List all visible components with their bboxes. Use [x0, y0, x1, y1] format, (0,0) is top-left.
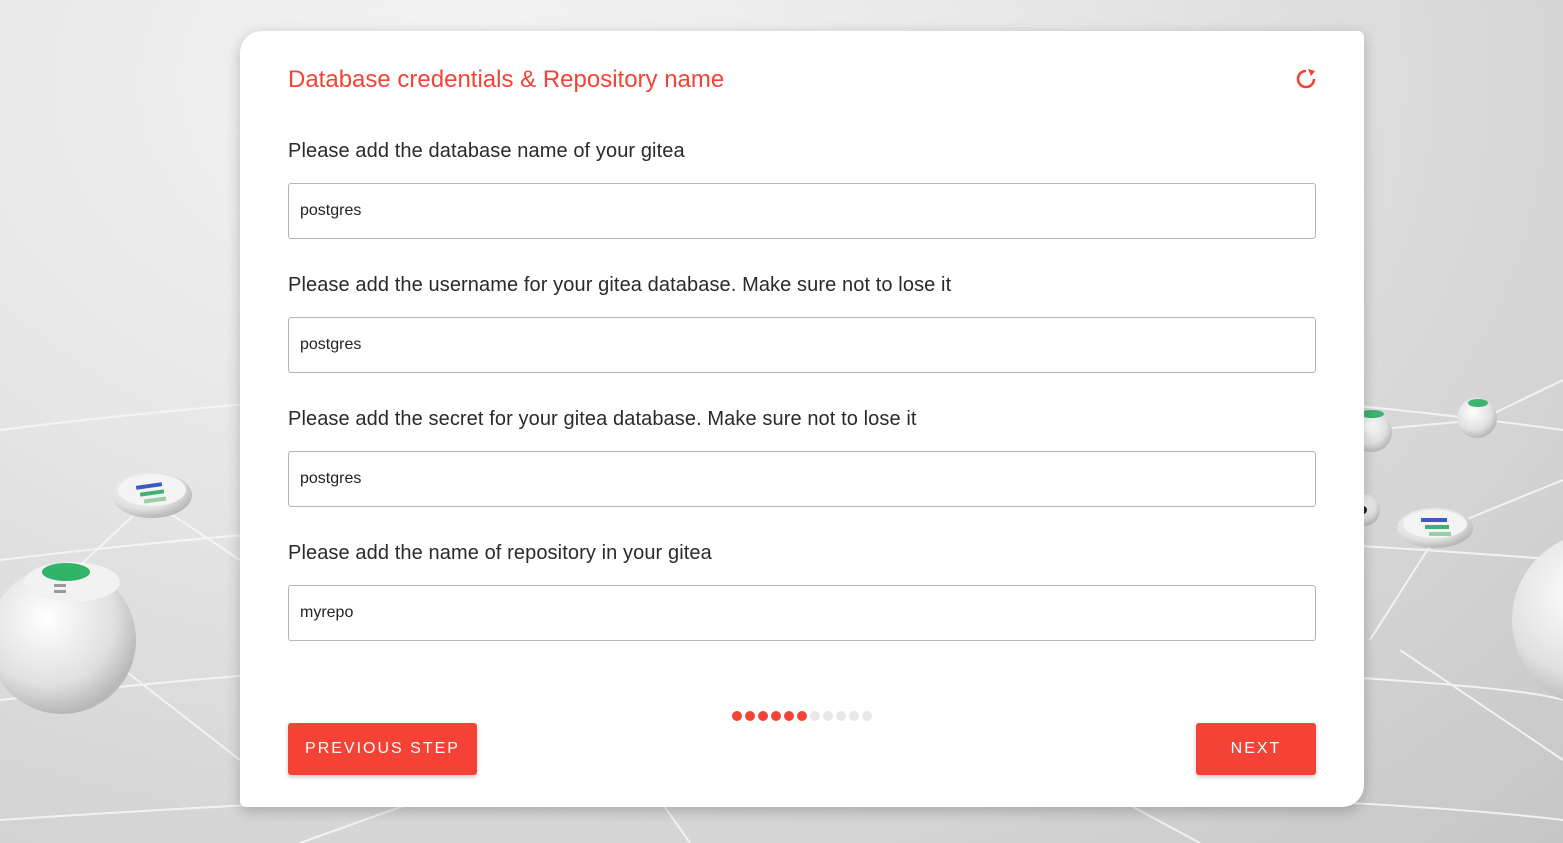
- step-dot: [771, 711, 781, 721]
- repository-name-label: Please add the name of repository in you…: [288, 542, 712, 564]
- step-dot: [745, 711, 755, 721]
- refresh-icon[interactable]: [1294, 67, 1318, 91]
- step-dot: [849, 711, 859, 721]
- step-dot: [758, 711, 768, 721]
- database-name-label: Please add the database name of your git…: [288, 140, 685, 162]
- decor-disk-right: [1397, 508, 1473, 548]
- step-dot: [823, 711, 833, 721]
- setup-card: Database credentials & Repository name P…: [240, 31, 1364, 807]
- step-dot: [797, 711, 807, 721]
- repository-name-input[interactable]: [288, 585, 1316, 641]
- step-dot: [836, 711, 846, 721]
- step-dot: [732, 711, 742, 721]
- decor-sphere-right-2: [1457, 398, 1497, 438]
- decor-sphere-right-edge: [1512, 540, 1563, 700]
- database-username-input[interactable]: [288, 317, 1316, 373]
- decor-sphere-left: [0, 562, 136, 714]
- step-dot: [784, 711, 794, 721]
- database-username-label: Please add the username for your gitea d…: [288, 274, 952, 296]
- card-title: Database credentials & Repository name: [288, 66, 725, 93]
- step-dot: [810, 711, 820, 721]
- database-name-input[interactable]: [288, 183, 1316, 239]
- database-secret-label: Please add the secret for your gitea dat…: [288, 408, 917, 430]
- previous-step-button[interactable]: PREVIOUS STEP: [288, 723, 477, 775]
- next-button[interactable]: NEXT: [1196, 723, 1316, 775]
- database-secret-input[interactable]: [288, 451, 1316, 507]
- decor-disk-left: [112, 472, 192, 518]
- step-dot: [862, 711, 872, 721]
- step-progress-indicator: [732, 711, 872, 721]
